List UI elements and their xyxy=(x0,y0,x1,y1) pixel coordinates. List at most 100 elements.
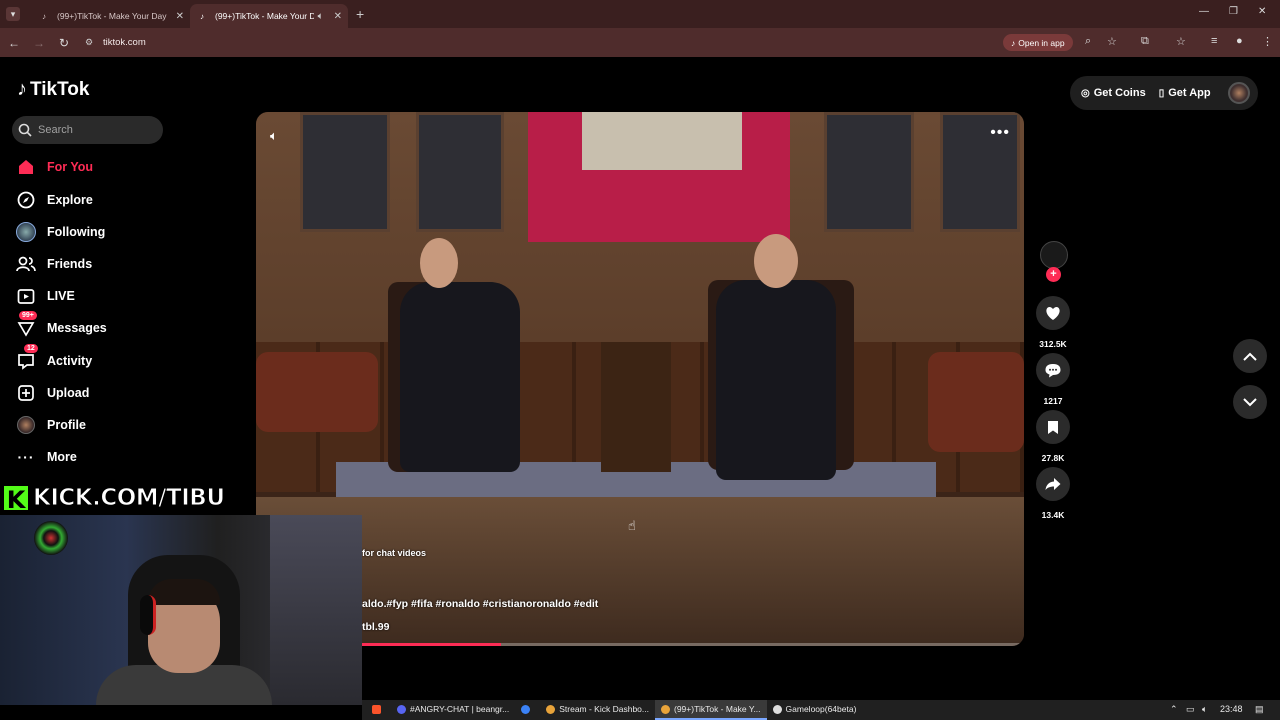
taskbar-brave[interactable] xyxy=(366,700,391,720)
notifications-icon[interactable]: ▤ xyxy=(1255,704,1264,715)
follow-plus-icon[interactable]: + xyxy=(1046,267,1061,282)
favorites-icon[interactable]: ☆ xyxy=(1176,35,1186,48)
tray-overflow-icon[interactable]: ⌃ xyxy=(1170,704,1178,715)
headset xyxy=(140,595,156,635)
previous-video-button[interactable] xyxy=(1233,339,1267,373)
speaker-icon[interactable]: 🔈︎ xyxy=(318,11,324,22)
comment-icon xyxy=(1045,363,1061,377)
chrome-icon xyxy=(661,704,670,714)
save-button[interactable] xyxy=(1036,410,1070,444)
taskbar-item[interactable]: Stream - Kick Dashbo... xyxy=(540,700,655,720)
profile-avatar-icon xyxy=(16,415,36,435)
streamer-webcam xyxy=(0,515,362,705)
tiktok-favicon-icon: ♪ xyxy=(42,11,46,21)
sidebar-item-profile[interactable]: Profile xyxy=(16,413,86,437)
tab-title: (99+)TikTok - Make Your Day xyxy=(215,11,314,21)
sidebar-item-following[interactable]: Following xyxy=(16,220,105,244)
sidebar-item-explore[interactable]: Explore xyxy=(16,188,93,212)
get-app-button[interactable]: Get App xyxy=(1168,87,1210,99)
save-count: 27.8K xyxy=(1041,453,1065,463)
open-in-app-button[interactable]: ♪ Open in app xyxy=(1003,34,1073,51)
user-avatar[interactable] xyxy=(1228,82,1250,104)
taskbar-item-active[interactable]: (99+)TikTok - Make Y... xyxy=(655,700,767,720)
taskbar-item-label: (99+)TikTok - Make Y... xyxy=(674,704,761,714)
video-caption[interactable]: aldo.#fyp #fifa #ronaldo #cristianoronal… xyxy=(362,598,598,610)
get-coins-button[interactable]: Get Coins xyxy=(1094,87,1146,99)
tiktok-favicon-icon: ♪ xyxy=(200,11,204,21)
restore-icon[interactable]: ❐ xyxy=(1229,6,1238,17)
like-button[interactable] xyxy=(1036,296,1070,330)
chevron-down-icon xyxy=(1243,397,1257,406)
sidebar-item-label: Messages xyxy=(47,321,107,335)
taskbar-item[interactable]: #ANGRY-CHAT | beangr... xyxy=(391,700,515,720)
volume-tray-icon[interactable]: 🔈︎ xyxy=(1202,704,1207,715)
video-overlay-text: for chat videos xyxy=(362,548,427,558)
video-scene-head xyxy=(754,234,798,288)
browser-tab[interactable]: ♪ (99+)TikTok - Make Your Day ✕ xyxy=(32,4,190,28)
sidebar-item-activity[interactable]: 12 Activity xyxy=(16,344,92,373)
save-action: 27.8K xyxy=(1036,410,1070,463)
media-control-icon[interactable]: ≡ xyxy=(1211,35,1217,47)
more-options-icon[interactable]: ••• xyxy=(990,124,1010,142)
close-tab-icon[interactable]: ✕ xyxy=(176,11,184,22)
taskbar: #ANGRY-CHAT | beangr... Stream - Kick Da… xyxy=(362,700,1280,720)
taskbar-item[interactable] xyxy=(515,700,540,720)
profile-icon[interactable]: ● xyxy=(1236,35,1243,47)
sidebar-item-upload[interactable]: Upload xyxy=(16,381,89,405)
sidebar-item-label: Following xyxy=(47,225,106,239)
sidebar-item-messages[interactable]: 99+ Messages xyxy=(16,311,107,340)
tab-title: (99+)TikTok - Make Your Day xyxy=(57,11,167,21)
activity-badge: 12 xyxy=(24,344,38,353)
sidebar-item-label: More xyxy=(47,450,77,464)
video-scene-sofa xyxy=(928,352,1024,452)
logo-text: TikTok xyxy=(30,78,90,100)
video-author[interactable]: tbl.99 xyxy=(362,621,389,633)
search-placeholder: Search xyxy=(38,124,73,136)
browser-menu-icon[interactable]: ⋮ xyxy=(1262,35,1273,48)
minimize-icon[interactable]: — xyxy=(1199,6,1209,17)
browser-tab-active[interactable]: ♪ (99+)TikTok - Make Your Day 🔈︎ ✕ xyxy=(190,4,348,28)
streamer-hair xyxy=(148,579,220,605)
kick-overlay-text: KICK.COM/TIBU xyxy=(33,485,226,512)
forward-icon[interactable]: → xyxy=(28,36,50,50)
video-player[interactable]: 🔈︎ ••• for chat videos aldo.#fyp #fifa #… xyxy=(256,112,1024,646)
like-count: 312.5K xyxy=(1039,339,1067,349)
tab-search-menu-icon[interactable]: ▾ xyxy=(6,7,20,21)
browser-tab-bar: ▾ ♪ (99+)TikTok - Make Your Day ✕ ♪ (99+… xyxy=(0,0,1280,28)
share-button[interactable] xyxy=(1036,467,1070,501)
video-scene-window xyxy=(416,112,504,232)
video-scene-window xyxy=(300,112,390,232)
site-info-icon[interactable]: ⚙︎ xyxy=(85,37,97,49)
zoom-icon[interactable]: ⌕ xyxy=(1085,35,1091,48)
following-avatar-icon xyxy=(16,222,36,242)
taskbar-item[interactable]: Gameloop(64beta) xyxy=(767,700,863,720)
tiktok-logo[interactable]: ♪ TikTok xyxy=(17,78,89,101)
discord-icon xyxy=(397,704,406,714)
sidebar-item-more[interactable]: ··· More xyxy=(16,445,77,469)
gameloop-icon xyxy=(772,704,782,714)
author-avatar[interactable] xyxy=(1040,241,1068,269)
video-scene-head xyxy=(420,238,458,288)
clock[interactable]: 23:48 xyxy=(1220,704,1243,714)
bookmark-star-icon[interactable]: ☆ xyxy=(1107,35,1117,48)
chevron-up-icon xyxy=(1243,352,1257,361)
extensions-icon[interactable]: ⧉ xyxy=(1141,35,1149,48)
comment-button[interactable] xyxy=(1036,353,1070,387)
messages-badge: 99+ xyxy=(19,311,37,320)
network-icon[interactable]: ▭ xyxy=(1186,704,1195,715)
sidebar-item-for-you[interactable]: For You xyxy=(16,155,93,179)
friends-icon xyxy=(16,254,36,274)
webcam-shelf xyxy=(270,515,362,705)
video-scene-table xyxy=(601,342,671,472)
close-tab-icon[interactable]: ✕ xyxy=(334,11,342,22)
reload-icon[interactable]: ↻ xyxy=(53,36,75,50)
new-tab-button[interactable]: + xyxy=(356,6,364,22)
search-input[interactable]: Search xyxy=(12,116,163,144)
back-icon[interactable]: ← xyxy=(3,36,25,50)
sidebar-item-friends[interactable]: Friends xyxy=(16,252,92,276)
sidebar-item-live[interactable]: LIVE xyxy=(16,284,75,308)
next-video-button[interactable] xyxy=(1233,385,1267,419)
close-window-icon[interactable]: ✕ xyxy=(1258,6,1266,17)
url-field[interactable]: ⚙︎ tiktok.com xyxy=(85,37,146,49)
volume-icon[interactable]: 🔈︎ xyxy=(270,128,278,144)
